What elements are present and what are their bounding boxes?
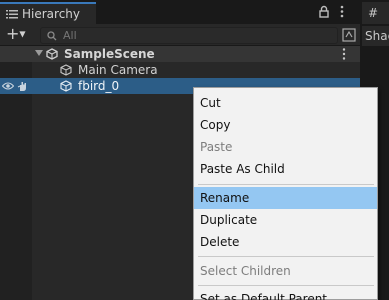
search-icon: [47, 31, 57, 41]
gameobject-icon: [60, 64, 72, 76]
menu-item-duplicate[interactable]: Duplicate: [194, 209, 377, 231]
expand-arrow-icon[interactable]: [35, 50, 43, 56]
chevron-down-icon: ▼: [19, 29, 26, 39]
menu-item-paste-as-child[interactable]: Paste As Child: [194, 158, 377, 180]
item-label: fbird_0: [78, 79, 120, 93]
item-label: Main Camera: [78, 63, 158, 77]
visibility-eye-icon[interactable]: [2, 81, 14, 91]
menu-item-rename[interactable]: Rename: [194, 187, 377, 209]
context-menu: Cut Copy Paste Paste As Child Rename Dup…: [193, 87, 378, 300]
scene-name: SampleScene: [64, 47, 155, 61]
hierarchy-list-icon: [6, 10, 18, 19]
tab-actions: [318, 5, 358, 19]
tab-bar: Hierarchy #: [0, 0, 389, 24]
kebab-menu-icon[interactable]: [340, 5, 344, 18]
menu-item-paste[interactable]: Paste: [194, 136, 377, 158]
gameobject-icon: [60, 80, 72, 92]
hierarchy-toolbar: +▼: [0, 24, 360, 46]
pickable-hand-icon[interactable]: [17, 80, 29, 92]
add-object-button[interactable]: +▼: [6, 24, 32, 43]
scene-row[interactable]: SampleScene: [0, 46, 360, 62]
menu-item-set-default-parent[interactable]: Set as Default Parent: [194, 288, 377, 300]
menu-item-cut[interactable]: Cut: [194, 92, 377, 114]
shader-panel-text: Shac: [362, 26, 389, 46]
scene-icon: [46, 48, 58, 60]
menu-separator: [198, 256, 374, 257]
scene-menu-icon[interactable]: [342, 47, 346, 61]
menu-separator: [198, 184, 374, 185]
hierarchy-item-main-camera[interactable]: Main Camera: [0, 62, 360, 78]
menu-item-delete[interactable]: Delete: [194, 231, 377, 253]
lock-icon[interactable]: [318, 5, 330, 18]
tab-shader-glyph: #: [368, 6, 379, 20]
tab-hierarchy[interactable]: Hierarchy: [0, 2, 96, 24]
menu-separator: [198, 285, 374, 286]
menu-item-copy[interactable]: Copy: [194, 114, 377, 136]
menu-item-select-children[interactable]: Select Children: [194, 260, 377, 282]
add-symbol: +: [6, 24, 20, 43]
scene-visibility-toggle-icon[interactable]: [342, 28, 356, 42]
tab-shader[interactable]: #: [362, 2, 389, 24]
tab-title: Hierarchy: [22, 7, 81, 21]
search-input[interactable]: [63, 28, 323, 43]
search-field[interactable]: [40, 27, 338, 44]
